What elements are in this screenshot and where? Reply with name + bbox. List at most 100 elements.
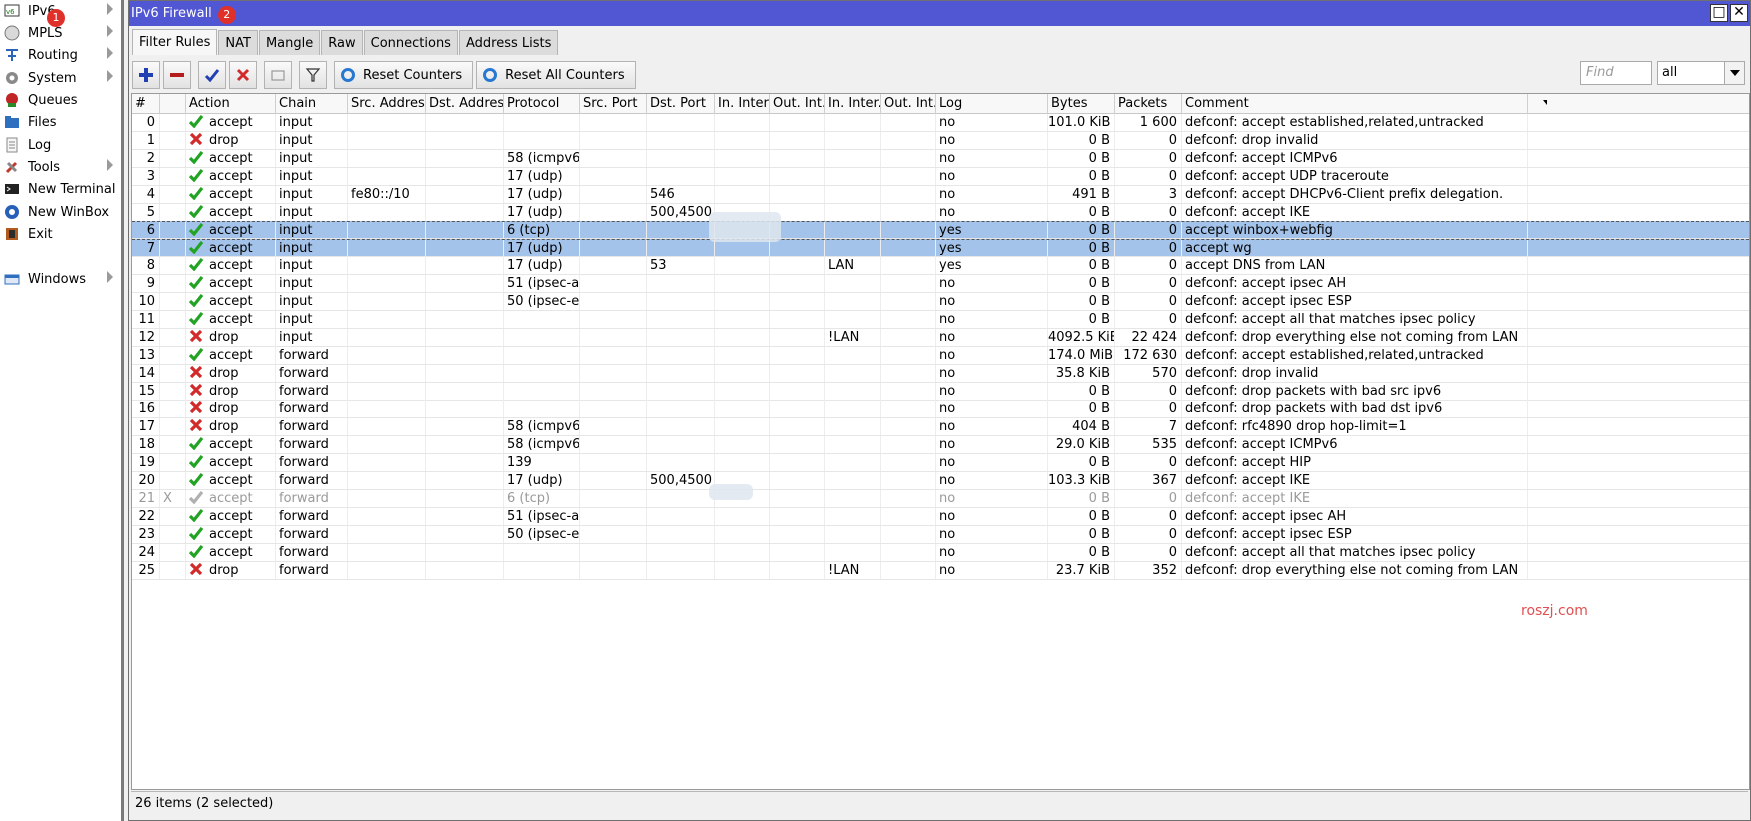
table-row[interactable]: 13 accept forward no 174.0 MiB 172 630 defconf… — [132, 346, 1749, 365]
menu-item-files[interactable]: Files — [0, 111, 121, 133]
cell-log: yes — [936, 257, 1048, 275]
table-row[interactable]: 0 accept input no 101.0 KiB 1 600 defconf: acc… — [132, 114, 1749, 132]
tab-mangle[interactable]: Mangle — [258, 30, 321, 55]
action-label: accept — [209, 150, 253, 166]
table-row[interactable]: 22 accept forward 51 (ipsec-ah) no0 B0defcon… — [132, 507, 1749, 526]
tab-connections[interactable]: Connections — [363, 30, 458, 55]
filter-button[interactable] — [299, 61, 327, 89]
table-row[interactable]: 19 accept forward 139 no 0 B 0 defconf: accept … — [132, 454, 1749, 473]
enable-button[interactable] — [198, 61, 226, 89]
menu-item-windows[interactable]: Windows — [0, 268, 121, 290]
accept-check-icon — [188, 168, 204, 183]
column-header[interactable]: Log — [936, 94, 1048, 114]
table-row[interactable]: 3 accept input 17 (udp) no 0 B 0 defconf: accep… — [132, 167, 1749, 186]
table-row[interactable]: 2 accept input 58 (icmpv6) no 0 B 0 defconf: ac… — [132, 149, 1749, 168]
window-titlebar[interactable]: IPv6 Firewall 2 □ ✕ — [129, 1, 1750, 26]
add-button[interactable] — [132, 61, 160, 89]
column-header[interactable]: Protocol — [504, 94, 580, 114]
column-header[interactable]: In. Inter... — [715, 94, 770, 114]
remove-button[interactable] — [163, 61, 191, 89]
cell-comment: defconf: accept IKE — [1182, 489, 1528, 507]
menu-item-label: MPLS — [28, 25, 63, 41]
column-header[interactable] — [160, 94, 186, 114]
drop-x-icon — [189, 383, 203, 397]
cell-number: 16 — [132, 400, 160, 418]
table-row[interactable]: 17 drop forward 58 (icmpv6) no 404 B 7 defconf:… — [132, 418, 1749, 437]
cell-flag — [160, 310, 186, 328]
reset-counters-button[interactable]: Reset Counters — [334, 61, 474, 89]
table-row[interactable]: 20 accept forward 17 (udp) 500,4500 no 103.3 K… — [132, 472, 1749, 490]
tab-nat[interactable]: NAT — [218, 30, 258, 55]
disable-button[interactable] — [229, 61, 257, 89]
cell-number: 22 — [132, 507, 160, 525]
column-header[interactable]: Action — [186, 94, 276, 114]
column-header[interactable]: Dst. Address — [426, 94, 504, 114]
table-row[interactable]: 5 accept input 17 (udp) 500,4500 no 0 B 0 defcon… — [132, 203, 1749, 222]
cell-number: 11 — [132, 310, 160, 328]
table-row[interactable]: 9 accept input 51 (ipsec-ah) no0 B0defconf: … — [132, 275, 1749, 294]
menu-item-new-winbox[interactable]: New WinBox — [0, 201, 121, 223]
menu-item-queues[interactable]: Queues — [0, 89, 121, 111]
table-row[interactable]: 16 drop forward no 0 B 0 defconf: drop packets… — [132, 400, 1749, 419]
table-row[interactable]: 12 drop input !LAN no 4092.5 KiB 22 424 defconf… — [132, 328, 1749, 347]
table-row[interactable]: 21 Xaccept forward 6 (tcp) no 0 B 0 defconf: ac… — [132, 489, 1749, 508]
menu-item-tools[interactable]: Tools — [0, 156, 121, 178]
cell-log: no — [936, 436, 1048, 454]
accept-check-icon — [188, 526, 204, 541]
table-row[interactable]: 15 drop forward no 0 B 0 defconf: drop packets… — [132, 382, 1749, 401]
cell-comment: defconf: accept DHCPv6-Client prefix del… — [1182, 185, 1528, 203]
maximize-button[interactable]: □ — [1710, 4, 1728, 22]
close-button[interactable]: ✕ — [1730, 4, 1748, 22]
table-row[interactable]: 18 accept forward 58 (icmpv6) no 29.0 KiB 535 d… — [132, 436, 1749, 455]
table-row[interactable]: 23 accept forward 50 (ipsec-es... no0 B0defc… — [132, 525, 1749, 544]
menu-item-new-terminal[interactable]: New Terminal — [0, 178, 121, 200]
cell-chain: input — [276, 114, 348, 131]
table-row[interactable]: 6 accept input 6 (tcp) yes 0 B 0 accept winbox+… — [132, 221, 1749, 240]
menu-item-routing[interactable]: Routing — [0, 44, 121, 66]
tab-address-lists[interactable]: Address Lists — [458, 30, 559, 55]
column-header[interactable]: # — [132, 94, 160, 114]
column-header[interactable]: Packets — [1115, 94, 1182, 114]
reset-all-counters-button[interactable]: Reset All Counters — [476, 61, 636, 89]
chevron-down-icon[interactable] — [1724, 62, 1744, 84]
menu-item-system[interactable]: System — [0, 67, 121, 89]
table-row[interactable]: 11 accept input no 0 B 0 defconf: accept all t… — [132, 310, 1749, 329]
column-header[interactable]: Out. Int... — [770, 94, 825, 114]
column-header[interactable]: Dst. Port — [647, 94, 715, 114]
table-row[interactable]: 7 accept input 17 (udp) yes 0 B 0 accept wg — [132, 239, 1749, 258]
cell-src — [348, 561, 426, 579]
find-input[interactable]: Find — [1580, 61, 1652, 85]
column-header[interactable]: Out. Int... — [881, 94, 936, 114]
cell-dport — [647, 364, 715, 382]
column-header[interactable]: Chain — [276, 94, 348, 114]
cell-flag — [160, 400, 186, 418]
cell-dst — [426, 525, 504, 543]
menu-item-exit[interactable]: Exit — [0, 223, 121, 245]
cell-outlist — [881, 507, 936, 525]
column-header[interactable]: In. Inter... — [825, 94, 881, 114]
table-row[interactable]: 14 drop forward no 35.8 KiB 570 defconf: drop … — [132, 364, 1749, 383]
cell-proto: 50 (ipsec-es... — [504, 293, 580, 310]
table-row[interactable]: 25 drop forward !LAN no 23.7 KiB 352 defconf: d… — [132, 561, 1749, 580]
comment-button[interactable] — [264, 61, 292, 89]
cell-outlist — [881, 472, 936, 489]
column-header[interactable]: Src. Address — [348, 94, 426, 114]
cell-bytes: 0 B — [1048, 525, 1115, 543]
cell-log: yes — [936, 240, 1048, 258]
filter-select[interactable]: all — [1657, 61, 1745, 85]
column-header[interactable]: Comment — [1182, 94, 1528, 114]
table-row[interactable]: 10 accept input 50 (ipsec-es... no0 B0defcon… — [132, 293, 1749, 311]
menu-item-log[interactable]: Log — [0, 134, 121, 156]
column-header[interactable]: Src. Port — [580, 94, 647, 114]
column-header[interactable]: Bytes — [1048, 94, 1115, 114]
chevron-right-icon — [107, 70, 113, 82]
tab-raw[interactable]: Raw — [321, 30, 363, 55]
table-row[interactable]: 1 drop input no 0 B 0 defconf: drop invalid — [132, 131, 1749, 150]
cell-dport — [647, 167, 715, 185]
table-row[interactable]: 8 accept input 17 (udp) 53 LAN yes 0 B 0 accept D… — [132, 257, 1749, 276]
table-row[interactable]: 24 accept forward no 0 B 0 defconf: accept all… — [132, 543, 1749, 562]
table-row[interactable]: 4 accept input fe80::/10 17 (udp) 546 no 491 B3… — [132, 185, 1749, 204]
cell-dport — [647, 328, 715, 346]
column-chooser-button[interactable] — [1528, 94, 1568, 114]
tab-filter-rules[interactable]: Filter Rules — [132, 29, 218, 55]
